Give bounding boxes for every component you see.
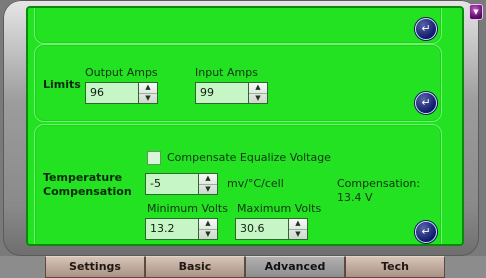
compensate-equalize-label: Compensate Equalize Voltage <box>167 151 331 164</box>
settings-panel: ↵ Limits Output Amps 96 ▲ ▼ Input Amps 9… <box>26 6 464 246</box>
arrow-down-icon[interactable]: ▼ <box>139 92 157 104</box>
maximum-volts-value[interactable]: 30.6 <box>236 219 288 239</box>
maximum-volts-label: Maximum Volts <box>237 202 322 215</box>
input-amps-value[interactable]: 99 <box>196 83 248 103</box>
arrow-up-icon[interactable]: ▲ <box>289 219 307 229</box>
minimum-volts-value[interactable]: 13.2 <box>146 219 198 239</box>
output-amps-stepper[interactable]: 96 ▲ ▼ <box>85 82 158 104</box>
arrow-up-icon[interactable]: ▲ <box>139 83 157 93</box>
compensation-rate-stepper[interactable]: -5 ▲ ▼ <box>145 173 218 195</box>
enter-icon[interactable]: ↵ <box>415 92 437 114</box>
arrow-down-icon[interactable]: ▼ <box>249 92 267 104</box>
arrow-up-icon[interactable]: ▲ <box>249 83 267 93</box>
compensation-readout-value: 13.4 V <box>337 191 373 204</box>
arrow-up-icon[interactable]: ▲ <box>199 219 217 229</box>
tab-settings[interactable]: Settings <box>45 256 145 278</box>
tab-bar: Settings Basic Advanced Tech <box>0 256 486 278</box>
limits-title: Limits <box>43 78 81 91</box>
limits-section: Limits Output Amps 96 ▲ ▼ Input Amps 99 … <box>34 44 442 122</box>
tab-advanced[interactable]: Advanced <box>245 256 345 278</box>
output-amps-value[interactable]: 96 <box>86 83 138 103</box>
corner-menu-icon[interactable]: ▼ <box>469 4 483 20</box>
arrow-up-icon[interactable]: ▲ <box>199 174 217 184</box>
compensate-equalize-checkbox[interactable] <box>147 151 161 165</box>
compensation-unit: mv/°C/cell <box>227 177 284 190</box>
enter-icon[interactable]: ↵ <box>415 18 437 40</box>
tab-tech[interactable]: Tech <box>345 256 445 278</box>
input-amps-stepper[interactable]: 99 ▲ ▼ <box>195 82 268 104</box>
previous-section: ↵ <box>34 8 442 44</box>
arrow-down-icon[interactable]: ▼ <box>289 228 307 240</box>
tab-basic[interactable]: Basic <box>145 256 245 278</box>
minimum-volts-stepper[interactable]: 13.2 ▲ ▼ <box>145 218 218 240</box>
output-amps-label: Output Amps <box>85 66 158 79</box>
maximum-volts-stepper[interactable]: 30.6 ▲ ▼ <box>235 218 308 240</box>
arrow-down-icon[interactable]: ▼ <box>199 183 217 195</box>
compensation-readout-label: Compensation: <box>337 177 421 190</box>
minimum-volts-label: Minimum Volts <box>147 202 228 215</box>
enter-icon[interactable]: ↵ <box>415 221 437 243</box>
compensation-title: Compensation <box>43 185 132 198</box>
compensation-rate-value[interactable]: -5 <box>146 174 198 194</box>
input-amps-label: Input Amps <box>195 66 258 79</box>
temperature-title: Temperature <box>43 171 123 184</box>
temperature-compensation-section: Compensate Equalize Voltage Temperature … <box>34 124 442 244</box>
arrow-down-icon[interactable]: ▼ <box>199 228 217 240</box>
